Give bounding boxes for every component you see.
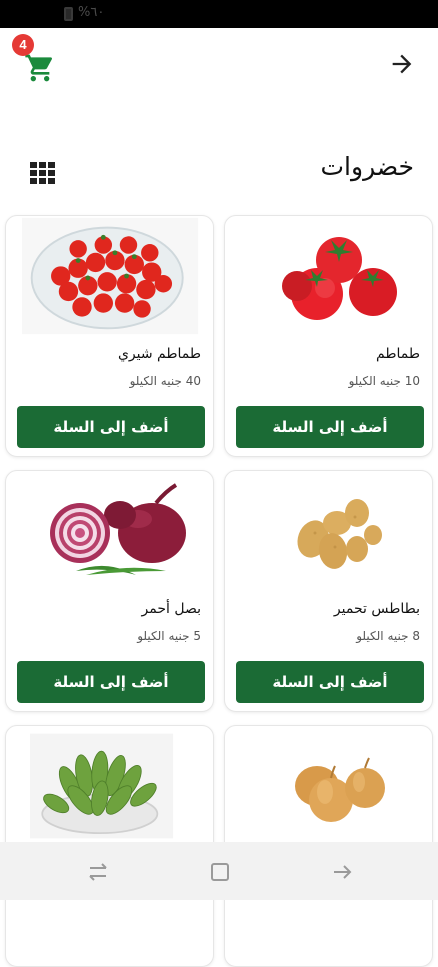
system-nav-bar [0, 842, 438, 900]
grid-icon[interactable] [30, 162, 56, 184]
add-to-cart-button[interactable]: أضف إلى السلة [17, 406, 205, 448]
app-bar [0, 28, 438, 118]
product-price: 5 جنيه الكيلو [137, 629, 201, 643]
cart-button[interactable] [24, 52, 56, 84]
product-name: طماطم [376, 346, 420, 362]
product-price: 10 جنيه الكيلو [348, 374, 420, 388]
back-arrow-icon[interactable] [330, 860, 354, 884]
product-price: 40 جنيه الكيلو [129, 374, 201, 388]
product-card[interactable]: بطاطس تحمير 8 جنيه الكيلو أضف إلى السلة [224, 470, 433, 712]
okra-image [30, 733, 174, 839]
cherry-tomatoes-image [22, 217, 199, 335]
add-to-cart-button[interactable]: أضف إلى السلة [236, 661, 424, 703]
battery-icon [64, 7, 73, 21]
tomatoes-image [282, 237, 397, 320]
cart-count-badge: 4 [12, 34, 34, 56]
add-to-cart-button[interactable]: أضف إلى السلة [17, 661, 205, 703]
product-name: بطاطس تحمير [333, 601, 420, 617]
product-card[interactable]: طماطم شيري 40 جنيه الكيلو أضف إلى السلة [5, 215, 214, 457]
arrow-right-icon [392, 54, 412, 74]
page-title: خضروات [320, 152, 414, 181]
add-to-cart-button[interactable]: أضف إلى السلة [236, 406, 424, 448]
potatoes-image [297, 499, 382, 569]
cart-icon [25, 54, 53, 82]
product-price: 8 جنيه الكيلو [356, 629, 420, 643]
product-name: بصل أحمر [141, 601, 201, 617]
red-onion-image [50, 483, 186, 575]
product-card[interactable]: بصل أحمر 5 جنيه الكيلو أضف إلى السلة [5, 470, 214, 712]
onions-image [295, 757, 385, 822]
status-bar: %٦٠ [0, 0, 438, 28]
home-square-icon[interactable] [208, 860, 232, 884]
recents-icon[interactable] [86, 860, 110, 884]
back-button[interactable] [388, 50, 416, 78]
title-row: خضروات [0, 148, 438, 196]
product-card[interactable]: طماطم 10 جنيه الكيلو أضف إلى السلة [224, 215, 433, 457]
product-name: طماطم شيري [117, 346, 201, 362]
battery-percent: %٦٠ [78, 5, 105, 20]
